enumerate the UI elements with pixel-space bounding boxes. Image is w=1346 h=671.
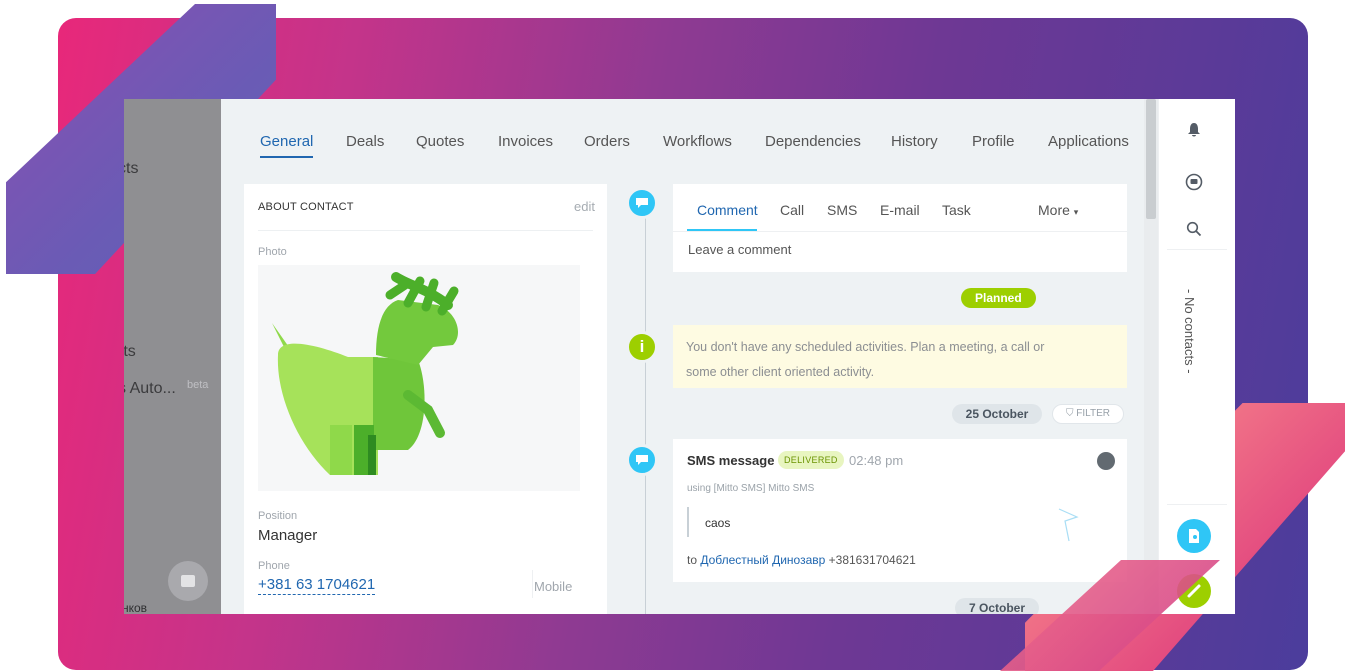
- sms-provider: using [Mitto SMS] Mitto SMS: [687, 483, 815, 494]
- sms-icon: [626, 444, 658, 476]
- bell-icon: [1188, 123, 1200, 137]
- user-icon[interactable]: [1097, 452, 1115, 470]
- photo-label: Photo: [258, 246, 287, 258]
- filter-icon: ⛉: [1066, 408, 1074, 419]
- phone-label: Phone: [258, 560, 290, 572]
- sidebar-item-contacts[interactable]: cts: [124, 160, 138, 178]
- crm-window: cts rts s Auto... beta нков General Deal…: [124, 99, 1235, 614]
- tab-quotes[interactable]: Quotes: [416, 133, 464, 150]
- date-separator: 7 October: [955, 598, 1039, 614]
- status-badge: DELIVERED: [778, 451, 844, 469]
- open-lines-button[interactable]: [1177, 519, 1211, 553]
- tab-deals[interactable]: Deals: [346, 133, 384, 150]
- printer-icon: [181, 575, 195, 587]
- beta-badge: beta: [187, 379, 209, 391]
- sms-recipient: to Доблестный Динозавр +381631704621: [687, 553, 916, 567]
- filter-label: FILTER: [1076, 408, 1110, 419]
- chevron-down-icon: ▾: [1073, 207, 1079, 217]
- filter-button[interactable]: ⛉ FILTER: [1052, 404, 1124, 424]
- send-arrow-icon: [1058, 508, 1079, 542]
- tab-orders[interactable]: Orders: [584, 133, 630, 150]
- dinosaur-icon: [258, 265, 580, 491]
- scrollbar-thumb[interactable]: [1146, 99, 1156, 219]
- phone-type: Mobile: [534, 579, 573, 594]
- edit-link[interactable]: edit: [574, 199, 595, 214]
- sidebar-item-automation[interactable]: s Auto...: [124, 380, 176, 398]
- chat-button[interactable]: [1177, 165, 1211, 199]
- chat-icon: [1185, 173, 1203, 191]
- divider: [258, 230, 593, 231]
- sidebar-item-reports[interactable]: rts: [124, 343, 136, 361]
- composer-more-dropdown[interactable]: More ▾: [1038, 202, 1078, 218]
- position-value: Manager: [258, 527, 318, 544]
- tab-applications[interactable]: Applications: [1048, 133, 1129, 150]
- comment-input[interactable]: Leave a comment: [688, 242, 791, 257]
- recipient-link[interactable]: Доблестный Динозавр: [700, 553, 825, 567]
- position-label: Position: [258, 510, 298, 522]
- tab-general[interactable]: General: [260, 133, 314, 158]
- sms-time: 02:48 pm: [849, 453, 904, 468]
- tab-history[interactable]: History: [891, 133, 938, 150]
- divider: [673, 231, 1127, 232]
- info-icon: i: [626, 331, 658, 363]
- activity-composer: Comment Call SMS E-mail Task More ▾ Leav…: [673, 184, 1127, 272]
- no-activities-notice: You don't have any scheduled activities.…: [673, 325, 1127, 388]
- user-avatar[interactable]: [168, 561, 208, 601]
- composer-tab-task[interactable]: Task: [942, 202, 971, 218]
- contact-detail: General Deals Quotes Invoices Orders Wor…: [221, 99, 1144, 614]
- scrollbar[interactable]: [1144, 99, 1158, 614]
- tab-workflows[interactable]: Workflows: [663, 133, 732, 150]
- contact-photo[interactable]: [258, 265, 580, 491]
- sms-message-box: caos: [687, 507, 1007, 537]
- document-icon: [1189, 529, 1199, 543]
- notifications-button[interactable]: [1177, 113, 1211, 147]
- timeline-line: [645, 203, 646, 614]
- comment-icon: [626, 187, 658, 219]
- no-contacts-label: - No contacts -: [1182, 289, 1197, 374]
- about-contact-card: ABOUT CONTACT edit Photo Position Manage…: [244, 184, 607, 614]
- tab-profile[interactable]: Profile: [972, 133, 1015, 150]
- active-tab-indicator: [687, 229, 757, 231]
- date-separator: 25 October: [952, 404, 1042, 424]
- recipient-number: +381631704621: [828, 553, 916, 567]
- search-button[interactable]: [1177, 212, 1211, 246]
- sms-activity-card[interactable]: SMS message DELIVERED 02:48 pm using [Mi…: [673, 439, 1127, 582]
- composer-tab-comment[interactable]: Comment: [697, 202, 758, 218]
- divider: [532, 570, 533, 598]
- tab-dependencies[interactable]: Dependencies: [765, 133, 861, 150]
- composer-tab-sms[interactable]: SMS: [827, 202, 857, 218]
- user-name: нков: [124, 601, 148, 614]
- composer-tab-email[interactable]: E-mail: [880, 202, 920, 218]
- sms-message: caos: [705, 516, 731, 530]
- to-prefix: to: [687, 553, 698, 567]
- right-panel: - No contacts -: [1158, 99, 1235, 614]
- more-label: More: [1038, 202, 1070, 218]
- planned-badge: Planned: [961, 288, 1036, 308]
- search-icon: [1186, 221, 1202, 237]
- tab-bar: General Deals Quotes Invoices Orders Wor…: [221, 99, 1144, 169]
- phone-link[interactable]: +381 63 1704621: [258, 576, 376, 595]
- divider: [1167, 504, 1227, 505]
- notice-text: You don't have any scheduled activities.…: [686, 340, 1045, 379]
- divider: [1167, 249, 1227, 250]
- left-sidebar-dimmed: cts rts s Auto... beta нков: [124, 99, 221, 614]
- composer-tab-call[interactable]: Call: [780, 202, 804, 218]
- about-contact-title: ABOUT CONTACT: [258, 201, 354, 213]
- tab-invoices[interactable]: Invoices: [498, 133, 553, 150]
- sms-title: SMS message: [687, 453, 775, 468]
